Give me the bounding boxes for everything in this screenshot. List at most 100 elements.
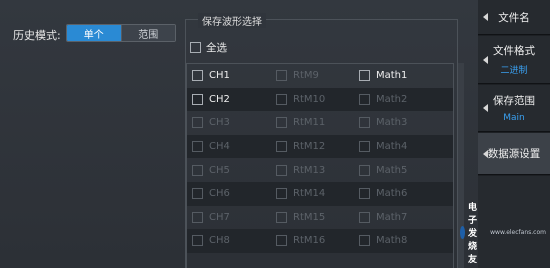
source-checkbox-rtm9: RtM9: [276, 70, 319, 82]
data-source-settings-label: 数据源设置: [487, 148, 541, 160]
history-mode-label: 历史模式:: [13, 29, 61, 42]
source-checkbox-math4: Math4: [359, 141, 408, 153]
source-checkbox-math8: Math8: [359, 235, 408, 247]
source-label: CH1: [209, 70, 230, 82]
checkbox-icon: [276, 211, 287, 223]
source-checkbox-rtm15: RtM15: [276, 211, 326, 223]
source-checkbox-rtm14: RtM14: [276, 188, 326, 200]
file-format-label: 文件格式: [493, 45, 535, 57]
save-range-label: 保存范围: [493, 95, 535, 107]
checkbox-icon: [359, 93, 370, 105]
source-checkbox-math5: Math5: [359, 164, 408, 176]
source-label: Math5: [376, 164, 408, 176]
checkbox-icon: [276, 141, 287, 153]
source-label: CH2: [209, 93, 230, 105]
source-checkbox-math2: Math2: [359, 93, 408, 105]
checkbox-icon: [276, 70, 287, 82]
checkbox-icon: [276, 117, 287, 129]
source-checkbox-ch7: CH7: [192, 211, 230, 223]
source-label: RtM9: [293, 70, 319, 82]
source-label: Math8: [376, 235, 408, 247]
source-checkbox-ch1[interactable]: CH1: [192, 70, 230, 82]
table-row: CH5 RtM13 Math5: [187, 158, 453, 182]
source-label: CH6: [209, 188, 230, 200]
checkbox-icon: [359, 70, 370, 82]
waveform-source-grid: CH1 RtM9 Math1 CH2 RtM10 Math2 CH3 RtM11 Math3 CH…: [186, 63, 454, 268]
source-label: RtM13: [293, 164, 326, 176]
history-waveform-settings: 历史模式: 单个 范围 保存波形选择 全选 CH1 RtM9 Math1 CH2 RtM…: [0, 0, 478, 268]
checkbox-icon: [359, 164, 370, 176]
source-checkbox-ch2[interactable]: CH2: [192, 93, 230, 105]
source-checkbox-ch6: CH6: [192, 188, 230, 200]
source-checkbox-math1[interactable]: Math1: [359, 70, 408, 82]
source-label: Math1: [376, 70, 408, 82]
checkbox-icon: [192, 164, 203, 176]
source-checkbox-ch8: CH8: [192, 235, 230, 247]
source-checkbox-math6: Math6: [359, 188, 408, 200]
logo-icon: [460, 226, 466, 239]
table-row: CH3 RtM11 Math3: [187, 111, 453, 135]
save-range-value: Main: [503, 113, 525, 123]
source-label: CH8: [209, 235, 230, 247]
file-name-button[interactable]: 文件名: [478, 0, 550, 35]
source-label: CH3: [209, 117, 230, 129]
file-name-label: 文件名: [498, 11, 530, 24]
watermark-url: www.elecfans.com: [490, 229, 546, 236]
checkbox-icon: [276, 93, 287, 105]
table-row: CH2 RtM10 Math2: [187, 87, 453, 112]
source-checkbox-rtm16: RtM16: [276, 235, 325, 247]
source-label: RtM12: [293, 141, 326, 153]
checkbox-icon: [192, 93, 203, 105]
watermark: 电子发烧友 www.elecfans.com: [460, 200, 546, 265]
source-checkbox-rtm10: RtM10: [276, 93, 326, 105]
data-source-settings-button[interactable]: 数据源设置: [478, 133, 550, 175]
checkbox-icon: [276, 235, 287, 247]
source-checkbox-ch3: CH3: [192, 117, 230, 129]
checkbox-icon: [192, 70, 203, 82]
checkbox-icon: [276, 164, 287, 176]
checkbox-icon: [359, 188, 370, 200]
left-arrow-icon: [483, 104, 488, 112]
history-mode-segmented-control: 单个 范围: [66, 24, 176, 42]
left-arrow-icon: [483, 149, 488, 158]
checkbox-icon: [192, 211, 203, 223]
source-label: RtM10: [293, 93, 326, 105]
table-row: CH8 RtM16 Math8: [187, 229, 453, 253]
source-checkbox-math3: Math3: [359, 117, 408, 129]
source-label: RtM15: [293, 211, 326, 223]
select-all-checkbox[interactable]: 全选: [190, 40, 227, 55]
source-label: Math4: [376, 141, 408, 153]
checkbox-icon: [276, 188, 287, 200]
source-checkbox-ch5: CH5: [192, 164, 230, 176]
table-row: CH4 RtM12 Math4: [187, 134, 453, 159]
source-checkbox-math7: Math7: [359, 211, 407, 223]
save-range-button[interactable]: 保存范围 Main: [478, 85, 550, 132]
source-checkbox-rtm13: RtM13: [276, 164, 326, 176]
history-mode-range-button[interactable]: 范围: [120, 25, 175, 41]
select-all-label: 全选: [206, 42, 227, 54]
left-arrow-icon: [483, 13, 488, 21]
source-checkbox-rtm11: RtM11: [276, 117, 326, 129]
source-label: CH4: [209, 141, 230, 153]
source-label: RtM14: [293, 188, 326, 200]
file-format-button[interactable]: 文件格式 二进制: [478, 36, 550, 84]
file-format-value: 二进制: [500, 66, 528, 76]
history-mode-single-button[interactable]: 单个: [67, 25, 121, 41]
source-label: Math3: [376, 117, 408, 129]
source-label: CH5: [209, 164, 230, 176]
waveform-save-title: 保存波形选择: [198, 13, 266, 28]
checkbox-icon: [359, 211, 370, 223]
checkbox-icon: [192, 188, 203, 200]
source-label: Math6: [376, 188, 408, 200]
softkey-panel: 文件名 文件格式 二进制 保存范围 Main 数据源设置 电子发烧友 www.e…: [460, 0, 550, 268]
table-row: CH7 RtM15 Math7: [187, 206, 453, 230]
source-checkbox-ch4: CH4: [192, 141, 230, 153]
source-label: Math2: [376, 93, 408, 105]
checkbox-icon: [359, 117, 370, 129]
checkbox-icon: [192, 141, 203, 153]
table-row: CH6 RtM14 Math6: [187, 181, 453, 206]
checkbox-icon: [190, 42, 201, 53]
source-label: RtM11: [293, 117, 326, 129]
watermark-text: 电子发烧友: [468, 203, 478, 265]
source-label: CH7: [209, 211, 230, 223]
